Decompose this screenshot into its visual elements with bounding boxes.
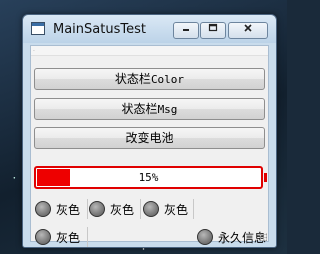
status-separator xyxy=(87,199,88,219)
title-bar[interactable]: MainSatusTest xyxy=(23,15,276,43)
status-indicator-1: 灰色 xyxy=(35,199,80,219)
status-indicator-label: 灰色 xyxy=(110,202,135,217)
close-icon xyxy=(244,24,252,32)
gray-led-icon xyxy=(143,201,159,217)
status-color-button-label-suffix: Color xyxy=(150,73,185,86)
app-window-icon xyxy=(31,22,45,35)
gray-led-icon xyxy=(197,229,213,245)
status-separator xyxy=(140,199,141,219)
window-title: MainSatusTest xyxy=(53,22,146,37)
battery-terminal-icon xyxy=(264,173,267,182)
status-msg-button-label-prefix: 状态栏 xyxy=(121,102,158,116)
status-msg-button-label-suffix: Msg xyxy=(157,103,178,116)
maximize-button[interactable] xyxy=(200,22,226,39)
close-button[interactable] xyxy=(228,22,268,39)
status-indicator-3: 灰色 xyxy=(143,199,188,219)
battery-level-label: 15% xyxy=(138,171,159,184)
main-window: MainSatusTest . 状态栏Color 状态栏Msg 改变电池 15% xyxy=(22,14,277,248)
minimize-icon xyxy=(183,29,189,31)
status-indicator-label: 灰色 xyxy=(164,202,189,217)
menu-bar[interactable]: . xyxy=(31,46,268,56)
gray-led-icon xyxy=(35,229,51,245)
battery-progress-bar: 15% xyxy=(34,166,263,189)
size-grip-icon[interactable] xyxy=(259,233,267,241)
status-separator xyxy=(87,227,88,247)
status-indicator-label: 灰色 xyxy=(56,202,81,217)
minimize-button[interactable] xyxy=(173,22,199,39)
status-indicator-4: 灰色 xyxy=(35,227,80,247)
status-indicator-label: 灰色 xyxy=(56,230,81,245)
change-battery-button-label: 改变电池 xyxy=(125,131,174,145)
gray-led-icon xyxy=(89,201,105,217)
client-area: . 状态栏Color 状态栏Msg 改变电池 15% 灰色 灰色 灰色 灰色 永… xyxy=(30,45,269,247)
permanent-info-indicator: 永久信息 xyxy=(197,227,266,247)
status-msg-button[interactable]: 状态栏Msg xyxy=(34,98,265,120)
status-indicator-2: 灰色 xyxy=(89,199,134,219)
status-color-button-label-prefix: 状态栏 xyxy=(114,72,151,86)
status-separator xyxy=(193,199,194,219)
gray-led-icon xyxy=(35,201,51,217)
maximize-icon xyxy=(208,23,218,32)
status-color-button[interactable]: 状态栏Color xyxy=(34,68,265,90)
change-battery-button[interactable]: 改变电池 xyxy=(34,127,265,149)
